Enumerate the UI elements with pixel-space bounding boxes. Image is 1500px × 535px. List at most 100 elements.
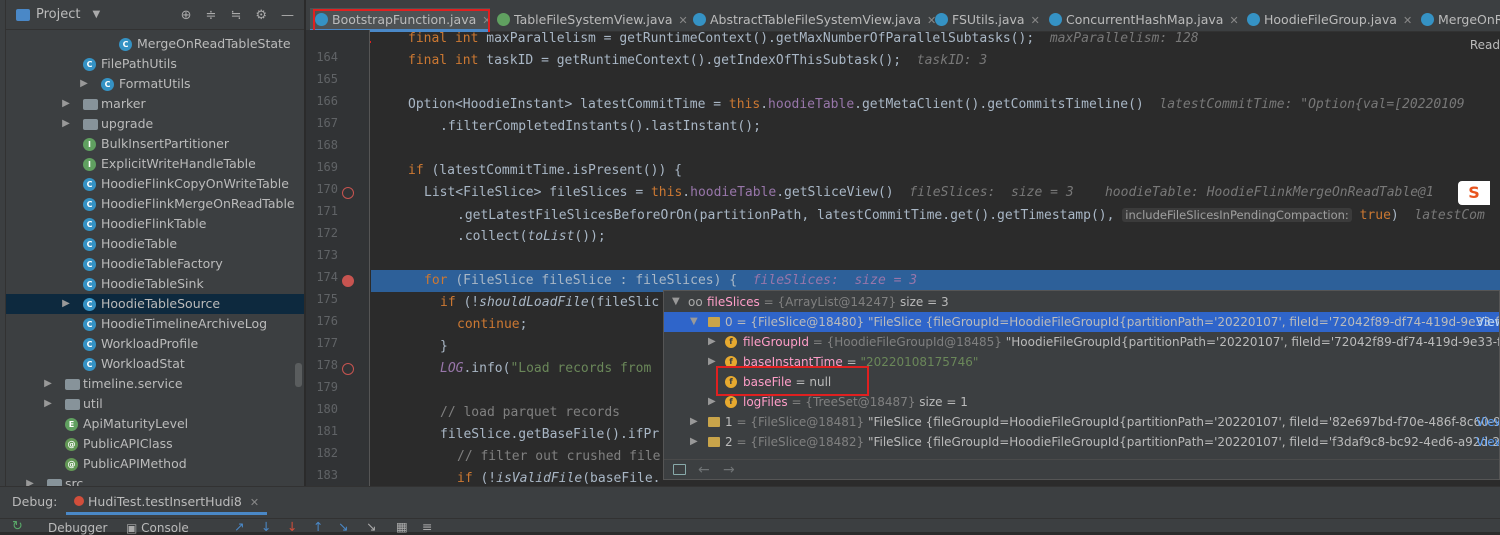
project-title[interactable]: Project (36, 7, 80, 22)
forward-arrow-icon[interactable]: → (723, 462, 735, 478)
tree-item[interactable]: ▶ util (6, 394, 304, 414)
tree-item[interactable]: C HoodieTable (6, 234, 304, 254)
sogou-ime-icon[interactable]: S (1458, 181, 1490, 205)
chevron-down-icon[interactable]: ▼ (92, 9, 100, 20)
tree-item[interactable]: ▶ C FormatUtils (6, 74, 304, 94)
tree-item[interactable]: ▶ marker (6, 94, 304, 114)
var-value: "20220108175746" (860, 355, 979, 369)
tree-row-base-file[interactable]: f baseFile = null (664, 372, 1499, 392)
tree-item[interactable]: ▶ upgrade (6, 114, 304, 134)
debug-session-tab[interactable]: HudiTest.testInsertHudi8 ✕ (66, 493, 268, 515)
close-icon[interactable]: ✕ (482, 14, 491, 27)
collapse-all-icon[interactable]: ≒ (230, 8, 241, 23)
project-panel: Project ▼ ⊕ ≑ ≒ ⚙ — C MergeOnReadTableSta… (6, 0, 305, 486)
tree-item[interactable]: I ExplicitWriteHandleTable (6, 154, 304, 174)
tab-label: HoodieFileGroup.java (1264, 12, 1397, 27)
tree-item-label: WorkloadStat (101, 356, 185, 371)
breakpoint-hit-icon[interactable] (342, 275, 354, 287)
tab-fsutils[interactable]: FSUtils.java ✕ (930, 8, 1042, 32)
breakpoint-icon[interactable] (342, 187, 354, 199)
locate-icon[interactable]: ⊕ (181, 8, 192, 23)
tree-item[interactable]: C HoodieTableFactory (6, 254, 304, 274)
var-name: baseFile (743, 375, 792, 389)
tree-item-label: src (65, 476, 84, 486)
tree-row-base-instant-time[interactable]: ▶ f baseInstantTime = "20220108175746" (664, 352, 1499, 372)
tab-label: TableFileSystemView.java (514, 12, 673, 27)
var-name: fileSlices (707, 295, 760, 309)
tree-item-label: FormatUtils (119, 76, 191, 91)
tree-item-label: BulkInsertPartitioner (101, 136, 229, 151)
var-value: "FileSlice {fileGroupId=HoodieFileGroupI… (864, 415, 1500, 429)
close-icon[interactable]: ✕ (1031, 14, 1040, 27)
tab-table-file-system-view[interactable]: TableFileSystemView.java ✕ (492, 8, 688, 32)
line-number: 181 (316, 424, 338, 438)
tree-item[interactable]: C HoodieTableSink (6, 274, 304, 294)
close-icon[interactable]: ✕ (250, 496, 259, 509)
tree-item[interactable]: C HoodieFlinkMergeOnReadTable (6, 194, 304, 214)
view-link[interactable]: View (1476, 312, 1499, 332)
chevron-right-icon[interactable]: ▶ (690, 412, 698, 432)
expand-all-icon[interactable]: ≑ (206, 8, 217, 23)
view-link[interactable]: View (1476, 432, 1499, 452)
chevron-down-icon[interactable]: ▼ (690, 312, 698, 332)
view-link[interactable]: View (1476, 412, 1499, 432)
chevron-right-icon[interactable]: ▶ (61, 294, 71, 314)
tree-item[interactable]: C MergeOnReadTableState (6, 34, 304, 54)
tree-item[interactable]: C HoodieFlinkCopyOnWriteTable (6, 174, 304, 194)
tree-item[interactable]: @ PublicAPIClass (6, 434, 304, 454)
chevron-right-icon[interactable]: ▶ (708, 392, 716, 412)
tree-item[interactable]: ▶ src (6, 474, 304, 486)
chevron-right-icon[interactable]: ▶ (43, 394, 53, 414)
tree-item[interactable]: C WorkloadStat (6, 354, 304, 374)
tree-item-label: HoodieTable (101, 236, 178, 251)
tree-item[interactable]: ▶ timeline.service (6, 374, 304, 394)
tree-item[interactable]: ▶ C HoodieTableSource (6, 294, 304, 314)
tab-concurrent-hash-map[interactable]: ConcurrentHashMap.java ✕ (1044, 8, 1240, 32)
tab-debugger[interactable]: Debugger (48, 521, 107, 535)
tree-item[interactable]: C WorkloadProfile (6, 334, 304, 354)
close-icon[interactable]: ✕ (1229, 14, 1238, 27)
chevron-right-icon[interactable]: ▶ (43, 374, 53, 394)
project-scrollbar[interactable] (295, 363, 302, 387)
tree-row-file-group-id[interactable]: ▶ f fileGroupId = {HoodieFileGroupId@184… (664, 332, 1499, 352)
gear-icon[interactable]: ⚙ (255, 8, 267, 23)
tree-row-log-files[interactable]: ▶ f logFiles = {TreeSet@18487} size = 1 (664, 392, 1499, 412)
chevron-right-icon[interactable]: ▶ (708, 352, 716, 372)
chevron-right-icon[interactable]: ▶ (708, 332, 716, 352)
tree-item[interactable]: C HoodieTimelineArchiveLog (6, 314, 304, 334)
tab-hoodie-file-group[interactable]: HoodieFileGroup.java ✕ (1242, 8, 1428, 32)
reader-mode-label[interactable]: Read (1470, 38, 1500, 52)
tab-abstract-table-file-system-view[interactable]: AbstractTableFileSystemView.java ✕ (688, 8, 936, 32)
tree-item[interactable]: C FilePathUtils (6, 54, 304, 74)
class-icon (1421, 13, 1434, 26)
debug-value-popup[interactable]: ▼ oo fileSlices = {ArrayList@14247} size… (663, 290, 1500, 480)
minimize-icon[interactable]: — (281, 8, 294, 23)
tree-row-item-1[interactable]: ▶ 1 = {FileSlice@18481} "FileSlice {file… (664, 412, 1500, 432)
chevron-right-icon[interactable]: ▶ (61, 114, 71, 134)
close-icon[interactable]: ✕ (1403, 14, 1412, 27)
back-arrow-icon[interactable]: ← (698, 462, 710, 478)
chevron-down-icon[interactable]: ▼ (672, 292, 680, 312)
tree-row-file-slices[interactable]: ▼ oo fileSlices = {ArrayList@14247} size… (664, 292, 1499, 312)
var-ref: = {TreeSet@18487} (787, 395, 916, 409)
tab-bootstrap-function[interactable]: BootstrapFunction.java ✕ (310, 8, 491, 32)
tab-merge-on-read[interactable]: MergeOnR (1416, 8, 1500, 32)
breakpoint-icon[interactable] (342, 363, 354, 375)
tree-item[interactable]: E ApiMaturityLevel (6, 414, 304, 434)
tree-item-label: util (83, 396, 103, 411)
chevron-right-icon[interactable]: ▶ (61, 94, 71, 114)
tree-item-label: MergeOnReadTableState (137, 36, 291, 51)
tree-item[interactable]: I BulkInsertPartitioner (6, 134, 304, 154)
var-value: size = 1 (915, 395, 968, 409)
tab-console[interactable]: ▣ Console (126, 521, 189, 535)
chevron-right-icon[interactable]: ▶ (25, 474, 35, 486)
tree-item[interactable]: C HoodieFlinkTable (6, 214, 304, 234)
chevron-right-icon[interactable]: ▶ (690, 432, 698, 452)
chevron-right-icon[interactable]: ▶ (79, 74, 89, 94)
tree-row-item-2[interactable]: ▶ 2 = {FileSlice@18482} "FileSlice {file… (664, 432, 1499, 452)
new-window-icon[interactable] (673, 464, 686, 475)
tree-row-item-0[interactable]: ▼ 0 = {FileSlice@18480} "FileSlice {file… (664, 312, 1499, 332)
tree-item[interactable]: @ PublicAPIMethod (6, 454, 304, 474)
close-icon[interactable]: ✕ (679, 14, 688, 27)
var-ref: = {FileSlice@18481} (732, 415, 865, 429)
